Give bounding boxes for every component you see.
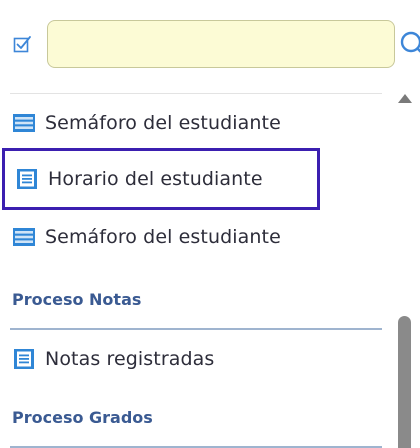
search-bar — [0, 0, 420, 94]
list-table-icon — [12, 111, 36, 135]
menu-item-label: Semáforo del estudiante — [45, 112, 281, 134]
scrollbar-thumb[interactable] — [398, 316, 411, 448]
scrollbar[interactable] — [396, 88, 414, 448]
document-icon — [15, 167, 39, 191]
section-label: Proceso Grados — [12, 407, 153, 427]
checkbox-icon[interactable] — [13, 34, 33, 54]
menu-panel: Semáforo del estudiante Horario del estu… — [0, 0, 420, 448]
section-header-proceso-grados[interactable]: Proceso Grados — [10, 388, 382, 448]
menu-item-horario-estudiante[interactable]: Horario del estudiante — [2, 148, 320, 210]
menu-item-notas-registradas[interactable]: Notas registradas — [10, 330, 382, 388]
menu-item-label: Notas registradas — [45, 348, 215, 370]
menu-item-semaforo-estudiante[interactable]: Semáforo del estudiante — [10, 94, 382, 152]
menu-item-label: Horario del estudiante — [48, 168, 263, 190]
section-header-proceso-notas[interactable]: Proceso Notas — [10, 270, 382, 330]
menu-item-semaforo-estudiante[interactable]: Semáforo del estudiante — [10, 208, 382, 266]
search-input[interactable] — [47, 20, 395, 68]
document-icon — [12, 347, 36, 371]
scroll-up-arrow-icon[interactable] — [398, 94, 412, 103]
menu-item-label: Semáforo del estudiante — [45, 226, 281, 248]
list-table-icon — [12, 225, 36, 249]
search-icon[interactable] — [398, 30, 420, 60]
section-label: Proceso Notas — [12, 289, 142, 309]
